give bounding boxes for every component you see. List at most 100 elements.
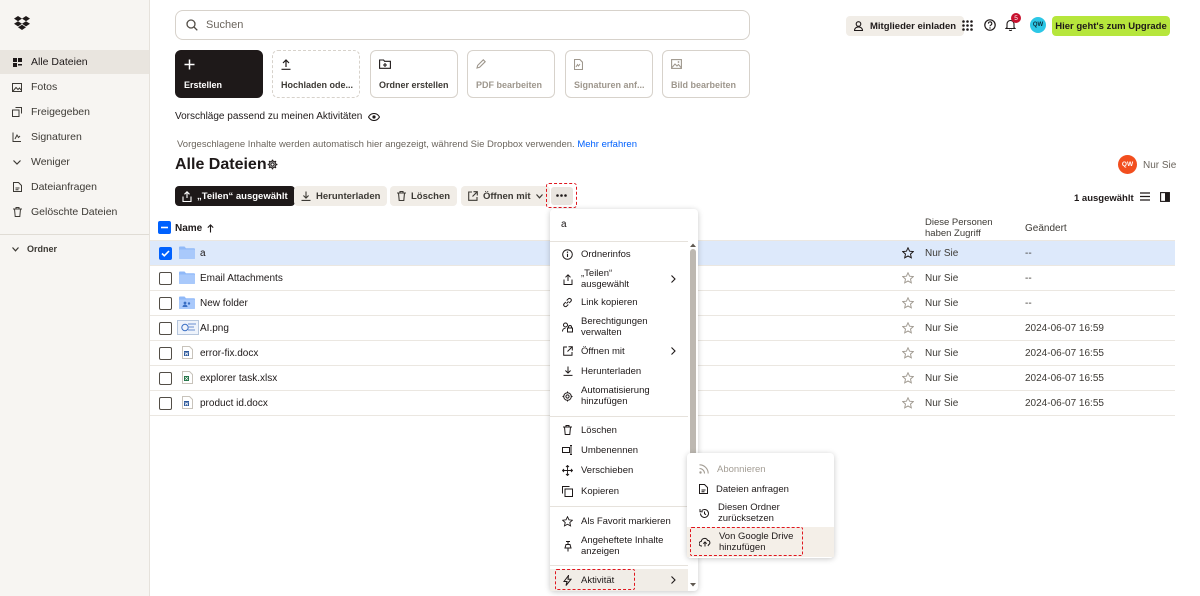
rename-icon [562, 445, 573, 455]
row-checkbox[interactable] [159, 297, 172, 310]
apps-grid-icon[interactable] [960, 18, 974, 32]
sidebar-section-folders[interactable]: Ordner [12, 244, 57, 254]
gear-icon[interactable] [267, 159, 278, 170]
menu-item-mark-favorite[interactable]: Als Favorit markieren [550, 514, 688, 528]
tile-label: Hochladen ode... [281, 80, 353, 90]
trash-icon [562, 425, 573, 435]
delete-button[interactable]: Löschen [390, 186, 458, 206]
restore-icon [699, 508, 710, 519]
sidebar-item-deleted-files[interactable]: Gelöschte Dateien [0, 200, 149, 224]
list-view-icon[interactable] [1140, 192, 1150, 201]
column-header-changed[interactable]: Geändert [1025, 223, 1067, 234]
shared-folder-icon [179, 296, 195, 309]
column-header-name[interactable]: Name [175, 223, 214, 234]
open-external-icon [468, 191, 478, 201]
row-checkbox[interactable] [159, 322, 172, 335]
download-button[interactable]: Herunterladen [294, 186, 388, 206]
create-folder-tile-button[interactable]: Ordner erstellen [370, 50, 458, 98]
menu-item-add-automation[interactable]: Automatisierung hinzufügen [550, 384, 688, 408]
sidebar-item-shared[interactable]: Freigegeben [0, 100, 149, 124]
page-title: Alle Dateien [175, 156, 267, 173]
learn-more-link[interactable]: Mehr erfahren [577, 139, 637, 150]
star-icon[interactable] [902, 297, 914, 309]
search-input[interactable]: Suchen [175, 10, 750, 40]
row-checkbox[interactable] [159, 272, 172, 285]
submenu-item-request-files[interactable]: Dateien anfragen [687, 482, 834, 496]
file-name[interactable]: error-fix.docx [200, 348, 258, 359]
invite-label: Mitglieder einladen [870, 20, 957, 32]
star-icon[interactable] [902, 347, 914, 359]
scroll-down-arrow-icon[interactable] [690, 583, 696, 587]
changed-date: -- [1025, 273, 1032, 284]
menu-item-copy[interactable]: Kopieren [550, 484, 688, 498]
sidebar-item-label: Freigegeben [31, 106, 90, 118]
menu-item-rename[interactable]: Umbenennen [550, 443, 688, 457]
menu-item-show-pinned[interactable]: Angeheftete Inhalte anzeigen [550, 534, 688, 558]
changed-date: -- [1025, 248, 1032, 259]
menu-item-label: Löschen [581, 424, 617, 436]
star-icon[interactable] [902, 247, 914, 259]
menu-item-share-selected[interactable]: „Teilen“ ausgewählt [550, 267, 688, 291]
submenu-item-restore-folder[interactable]: Diesen Ordner zurücksetzen [687, 501, 834, 525]
open-with-button[interactable]: Öffnen mit [461, 186, 550, 206]
file-name[interactable]: Email Attachments [200, 273, 283, 284]
column-header-access[interactable]: Diese Personen haben Zugriff [925, 217, 993, 239]
scroll-up-arrow-icon[interactable] [690, 243, 696, 247]
share-icon [562, 273, 573, 285]
download-icon [562, 366, 573, 376]
select-all-checkbox[interactable] [158, 221, 171, 234]
invite-members-button[interactable]: Mitglieder einladen [846, 16, 965, 36]
edit-pdf-tile-button[interactable]: PDF bearbeiten [467, 50, 555, 98]
sidebar-item-photos[interactable]: Fotos [0, 75, 149, 99]
info-icon [562, 248, 573, 260]
menu-item-copy-link[interactable]: Link kopieren [550, 295, 688, 309]
sidebar-item-signatures[interactable]: Signaturen [0, 125, 149, 149]
context-menu: a Ordnerinfos „Teilen“ ausgewählt Link k… [550, 209, 698, 591]
star-icon[interactable] [902, 397, 914, 409]
file-name[interactable]: a [200, 248, 206, 259]
sidebar-item-less[interactable]: Weniger [0, 150, 149, 174]
menu-item-folder-info[interactable]: Ordnerinfos [550, 247, 688, 261]
menu-item-delete[interactable]: Löschen [550, 423, 688, 437]
row-checkbox[interactable] [159, 347, 172, 360]
more-actions-button[interactable] [546, 183, 577, 208]
row-checkbox[interactable] [159, 372, 172, 385]
upgrade-button[interactable]: Hier geht's zum Upgrade [1052, 16, 1170, 36]
file-name[interactable]: explorer task.xlsx [200, 373, 277, 384]
row-checkbox[interactable] [159, 247, 172, 260]
share-selected-button[interactable]: „Teilen“ ausgewählt [175, 186, 295, 206]
dropbox-logo-icon[interactable] [14, 16, 30, 30]
menu-item-download[interactable]: Herunterladen [550, 364, 688, 378]
menu-item-move[interactable]: Verschieben [550, 463, 688, 477]
help-icon[interactable] [983, 18, 997, 32]
file-name[interactable]: AI.png [200, 323, 229, 334]
menu-item-open-with[interactable]: Öffnen mit [550, 344, 688, 358]
submenu-item-subscribe[interactable]: Abonnieren [687, 462, 834, 476]
sidebar-item-label: Gelöschte Dateien [31, 206, 118, 218]
row-checkbox[interactable] [159, 397, 172, 410]
signature-request-icon [574, 59, 644, 70]
request-signatures-tile-button[interactable]: Signaturen anf... [565, 50, 653, 98]
menu-item-manage-permissions[interactable]: Berechtigungen verwalten [550, 315, 688, 339]
sidebar-item-all-files[interactable]: Alle Dateien [0, 50, 149, 74]
word-file-icon [182, 396, 193, 409]
file-name[interactable]: product id.docx [200, 398, 268, 409]
star-icon[interactable] [902, 272, 914, 284]
annotation-highlight-google-drive [690, 527, 803, 556]
star-icon[interactable] [902, 322, 914, 334]
tile-label: Ordner erstellen [379, 80, 449, 90]
star-icon[interactable] [902, 372, 914, 384]
selected-count: 1 ausgewählt [1074, 193, 1134, 204]
owner-avatar[interactable]: QW [1118, 155, 1137, 174]
upload-tile-button[interactable]: Hochladen ode... [272, 50, 360, 98]
folder-icon [179, 271, 195, 284]
avatar[interactable]: QW [1030, 17, 1046, 33]
file-name[interactable]: New folder [200, 298, 248, 309]
edit-image-tile-button[interactable]: Bild bearbeiten [662, 50, 750, 98]
panel-toggle-icon[interactable] [1160, 192, 1170, 202]
column-header-name-label: Name [175, 223, 203, 234]
sidebar-item-file-requests[interactable]: Dateianfragen [0, 175, 149, 199]
eye-icon[interactable] [368, 112, 381, 121]
access-text: Nur Sie [925, 248, 959, 259]
create-tile-button[interactable]: Erstellen [175, 50, 263, 98]
